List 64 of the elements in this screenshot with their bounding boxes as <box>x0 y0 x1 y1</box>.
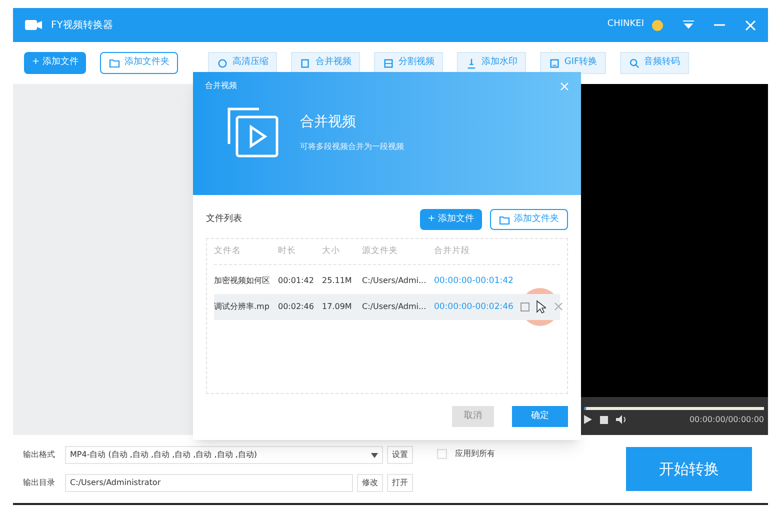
camera-icon <box>25 19 43 31</box>
copy-icon <box>300 58 312 68</box>
directory-field[interactable]: C:/Users/Administrator <box>65 474 353 492</box>
stamp-icon <box>466 58 478 68</box>
search-icon <box>629 58 640 68</box>
add-file-button[interactable]: + 添加文件 <box>24 52 86 74</box>
cursor-icon <box>536 300 546 314</box>
dialog-title: 合并视频 <box>205 80 237 92</box>
file-list-label: 文件列表 <box>206 212 243 226</box>
file-row[interactable]: 加密视频如何区 00:01:42 25.11M C:/Users/Admi... 00:00:00-00:01:42 <box>214 268 560 294</box>
range-link[interactable]: 00:00:00-00:02:46 <box>434 300 514 314</box>
add-file-button[interactable]: + 添加文件 <box>420 209 482 230</box>
window-title: FY视频转换器 <box>51 18 113 32</box>
tool-button[interactable]: 音频转码 <box>620 52 690 74</box>
directory-label: 输出目录 <box>23 477 56 489</box>
image-icon <box>549 58 560 68</box>
circle-icon <box>217 58 228 68</box>
play-icon[interactable] <box>584 415 592 424</box>
format-dropdown[interactable]: MP4-自动 (自动 ,自动 ,自动 ,自动 ,自动 ,自动 ,自动) <box>65 446 383 464</box>
table-cell-text: 调试分辨率.mp <box>214 301 270 313</box>
folder-icon <box>109 58 120 68</box>
table-cell-text: C:/Users/Admi... <box>362 301 428 313</box>
column-header: 时长 <box>278 245 297 258</box>
modify-button[interactable]: 修改 <box>357 474 383 492</box>
add-folder-button[interactable]: 添加文件夹 <box>100 52 178 74</box>
table-cell-text: C:/Users/Admi... <box>362 275 428 287</box>
open-button[interactable]: 打开 <box>387 474 413 492</box>
apply-all-checkbox[interactable] <box>437 449 447 459</box>
table-cell-text: 25.11M <box>322 275 353 287</box>
caret-icon <box>371 452 378 458</box>
avatar-icon <box>652 20 663 30</box>
settings-button[interactable]: 设置 <box>387 446 413 464</box>
user-name: CHINKEI <box>607 18 644 32</box>
table-cell-text: 00:01:42 <box>278 275 315 287</box>
stop-icon[interactable] <box>600 416 608 424</box>
close-icon[interactable] <box>554 302 563 311</box>
file-row-highlighted[interactable]: 调试分辨率.mp 00:02:46 17.09M C:/Users/Admi... 00:00:00-00:02:46 <box>214 294 560 320</box>
column-header: 文件名 <box>214 245 242 258</box>
tool-button[interactable]: 分割视频 <box>374 52 444 74</box>
table-cell-text: 00:02:46 <box>278 301 315 313</box>
format-label: 输出格式 <box>23 449 56 461</box>
apply-all-label: 应用到所有 <box>455 448 495 460</box>
split-icon <box>383 58 394 68</box>
column-header: 合并片段 <box>434 245 470 258</box>
ok-button[interactable]: 确定 <box>512 406 568 427</box>
folder-icon <box>499 214 510 224</box>
edit-icon[interactable] <box>520 302 530 312</box>
table-cell-text: 17.09M <box>322 301 353 313</box>
volume-icon[interactable] <box>616 415 627 424</box>
time-display: 00:00:00/00:00:00 <box>689 414 764 426</box>
menu-icon[interactable] <box>683 20 694 30</box>
range-link[interactable]: 00:00:00-00:01:42 <box>434 274 514 288</box>
column-header: 大小 <box>322 245 341 258</box>
table-cell-text: 加密视频如何区 <box>214 275 271 287</box>
column-header: 源文件夹 <box>362 245 399 258</box>
add-folder-button[interactable]: 添加文件夹 <box>490 209 568 230</box>
tool-button[interactable]: 高清压缩 <box>208 52 278 74</box>
tool-button[interactable]: 合并视频 <box>291 52 360 74</box>
tool-button[interactable]: GIF转换 <box>540 52 606 74</box>
dialog-subtitle: 可将多段视频合并为一段视频 <box>300 140 404 152</box>
dialog-heading: 合并视频 <box>300 112 357 132</box>
start-button[interactable]: 开始转换 <box>626 447 752 491</box>
tool-button[interactable]: 添加水印 <box>457 52 526 74</box>
progress-track[interactable] <box>584 406 764 410</box>
